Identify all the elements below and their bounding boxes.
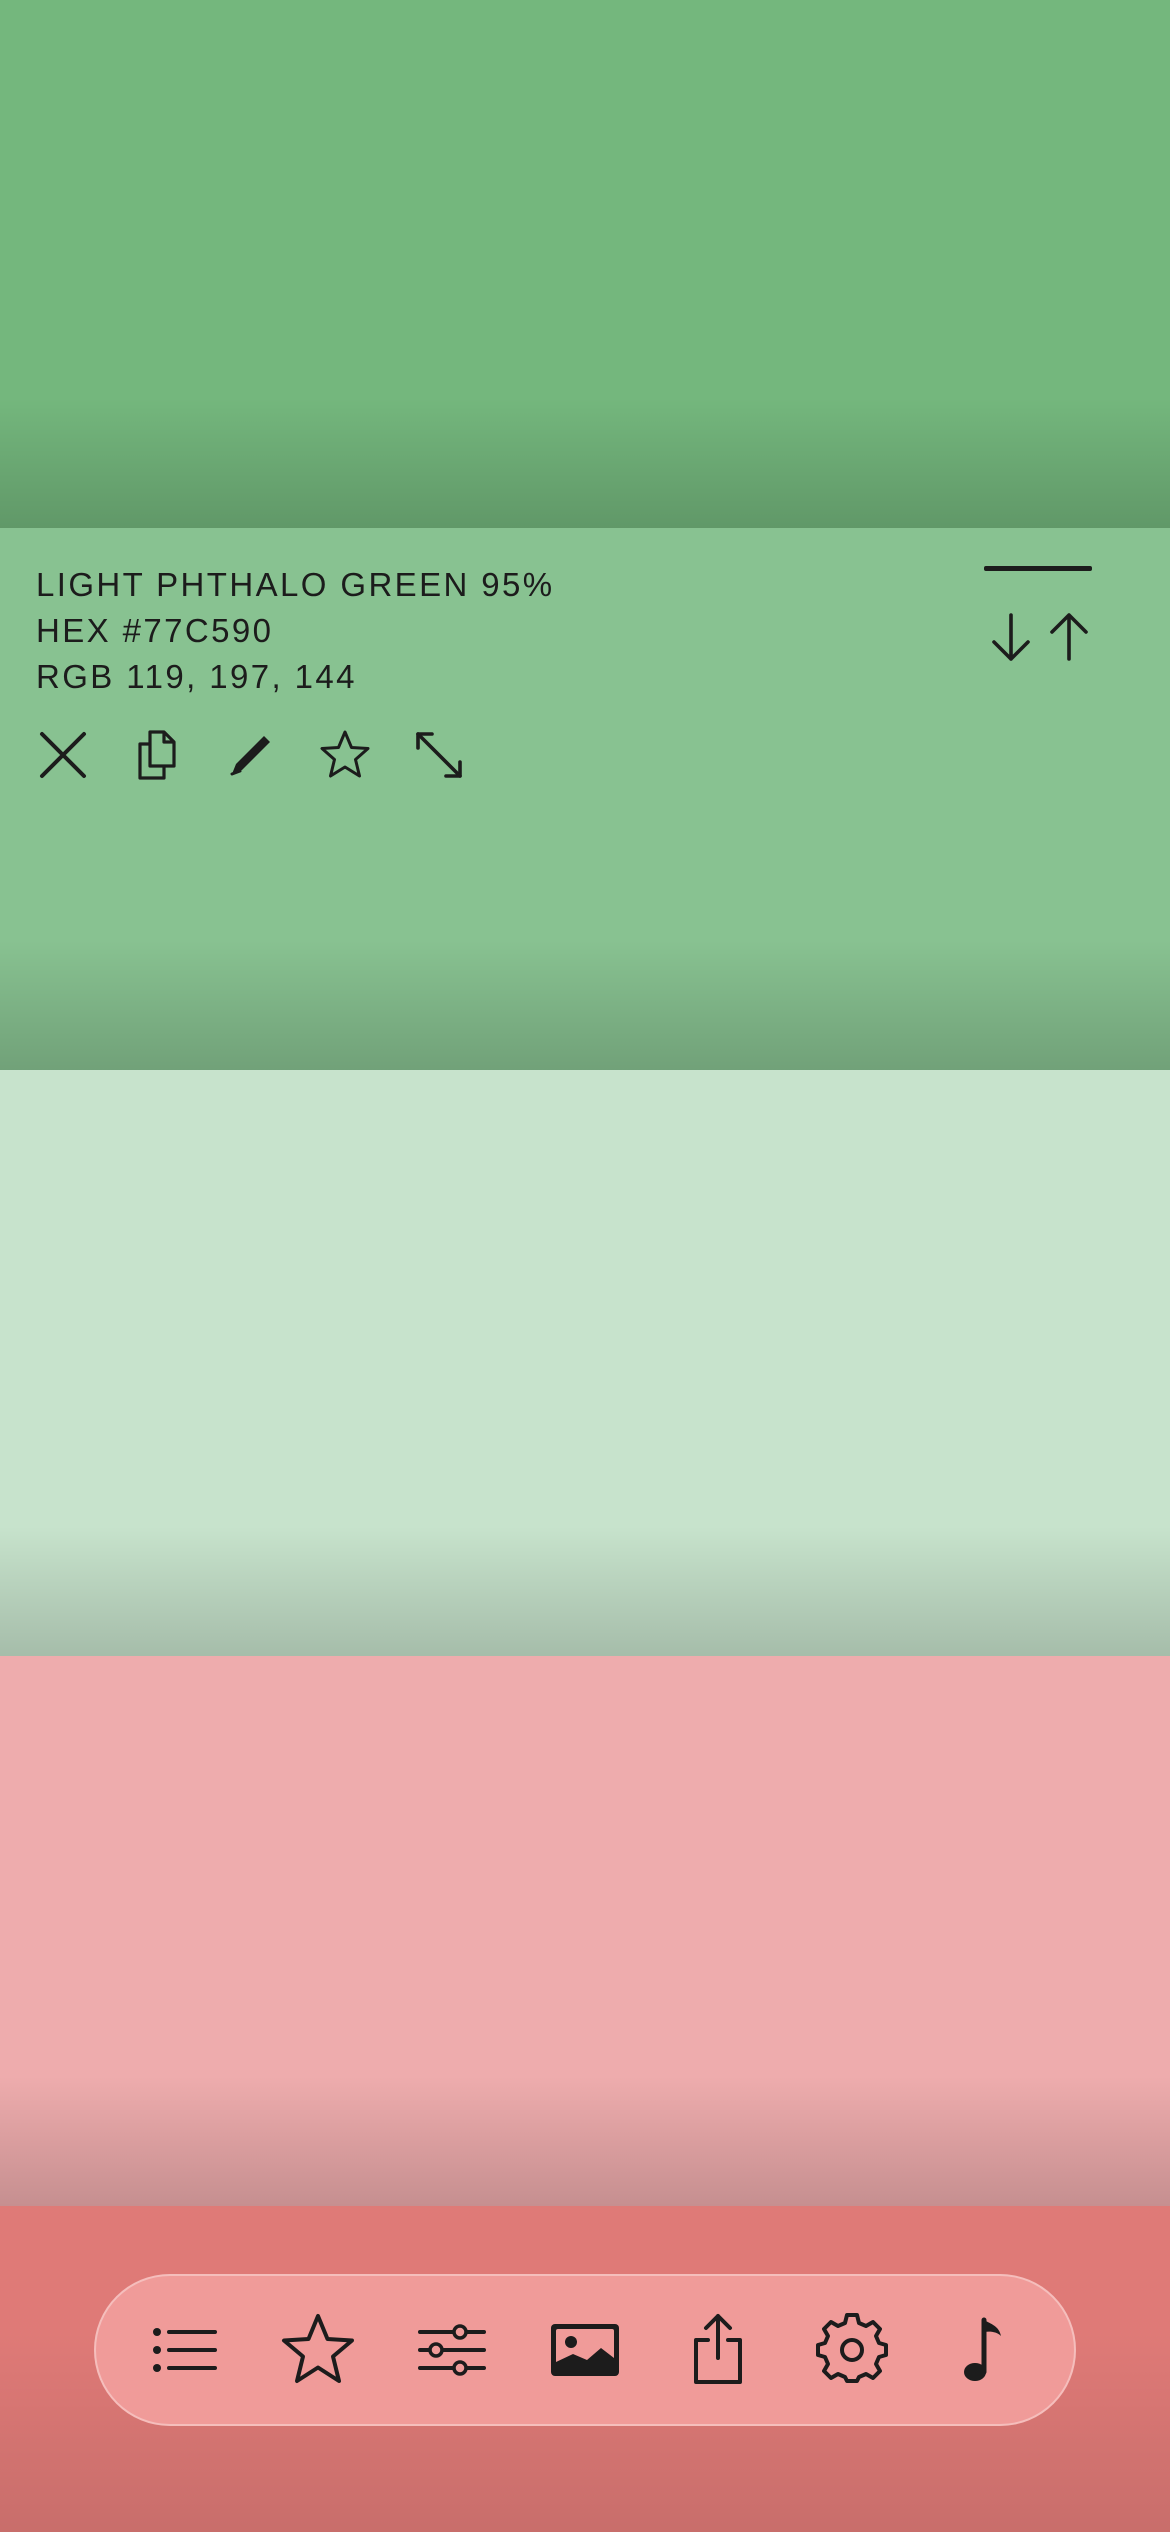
close-icon xyxy=(40,732,86,778)
drag-handle[interactable] xyxy=(984,566,1092,571)
move-down-button[interactable] xyxy=(990,611,1032,663)
tab-favorites[interactable] xyxy=(280,2312,356,2388)
favorite-button[interactable] xyxy=(318,728,372,782)
tab-image[interactable] xyxy=(547,2312,623,2388)
color-hex: HEX #77C590 xyxy=(36,612,274,649)
color-swatch-3[interactable] xyxy=(0,1070,1170,1656)
color-swatch-4[interactable] xyxy=(0,1656,1170,2206)
expand-icon xyxy=(416,732,462,778)
star-icon xyxy=(320,730,370,778)
share-icon xyxy=(694,2314,743,2384)
swatch-actions xyxy=(36,728,466,782)
gear-icon xyxy=(815,2313,888,2383)
color-name: LIGHT PHTHALO GREEN 95% xyxy=(36,566,555,603)
tab-settings[interactable] xyxy=(814,2312,890,2388)
color-info: LIGHT PHTHALO GREEN 95% HEX #77C590 RGB … xyxy=(36,562,555,700)
tab-list[interactable] xyxy=(147,2312,223,2388)
star-icon xyxy=(282,2314,355,2383)
pencil-icon xyxy=(230,736,270,776)
expand-button[interactable] xyxy=(412,728,466,782)
close-button[interactable] xyxy=(36,728,90,782)
image-icon xyxy=(550,2324,619,2376)
arrow-up-icon xyxy=(1050,613,1088,661)
copy-icon xyxy=(138,730,176,780)
sliders-icon xyxy=(417,2324,486,2376)
arrow-down-icon xyxy=(992,613,1030,661)
list-icon xyxy=(152,2328,217,2372)
copy-button[interactable] xyxy=(130,728,184,782)
tab-adjust[interactable] xyxy=(414,2312,490,2388)
sort-controls xyxy=(984,566,1094,663)
edit-button[interactable] xyxy=(224,728,278,782)
tab-music[interactable] xyxy=(947,2312,1023,2388)
tab-share[interactable] xyxy=(680,2312,756,2388)
tab-bar xyxy=(94,2274,1076,2426)
color-swatch-1[interactable] xyxy=(0,0,1170,528)
color-rgb: RGB 119, 197, 144 xyxy=(36,658,357,695)
move-up-button[interactable] xyxy=(1048,611,1090,663)
music-note-icon xyxy=(964,2317,1002,2381)
